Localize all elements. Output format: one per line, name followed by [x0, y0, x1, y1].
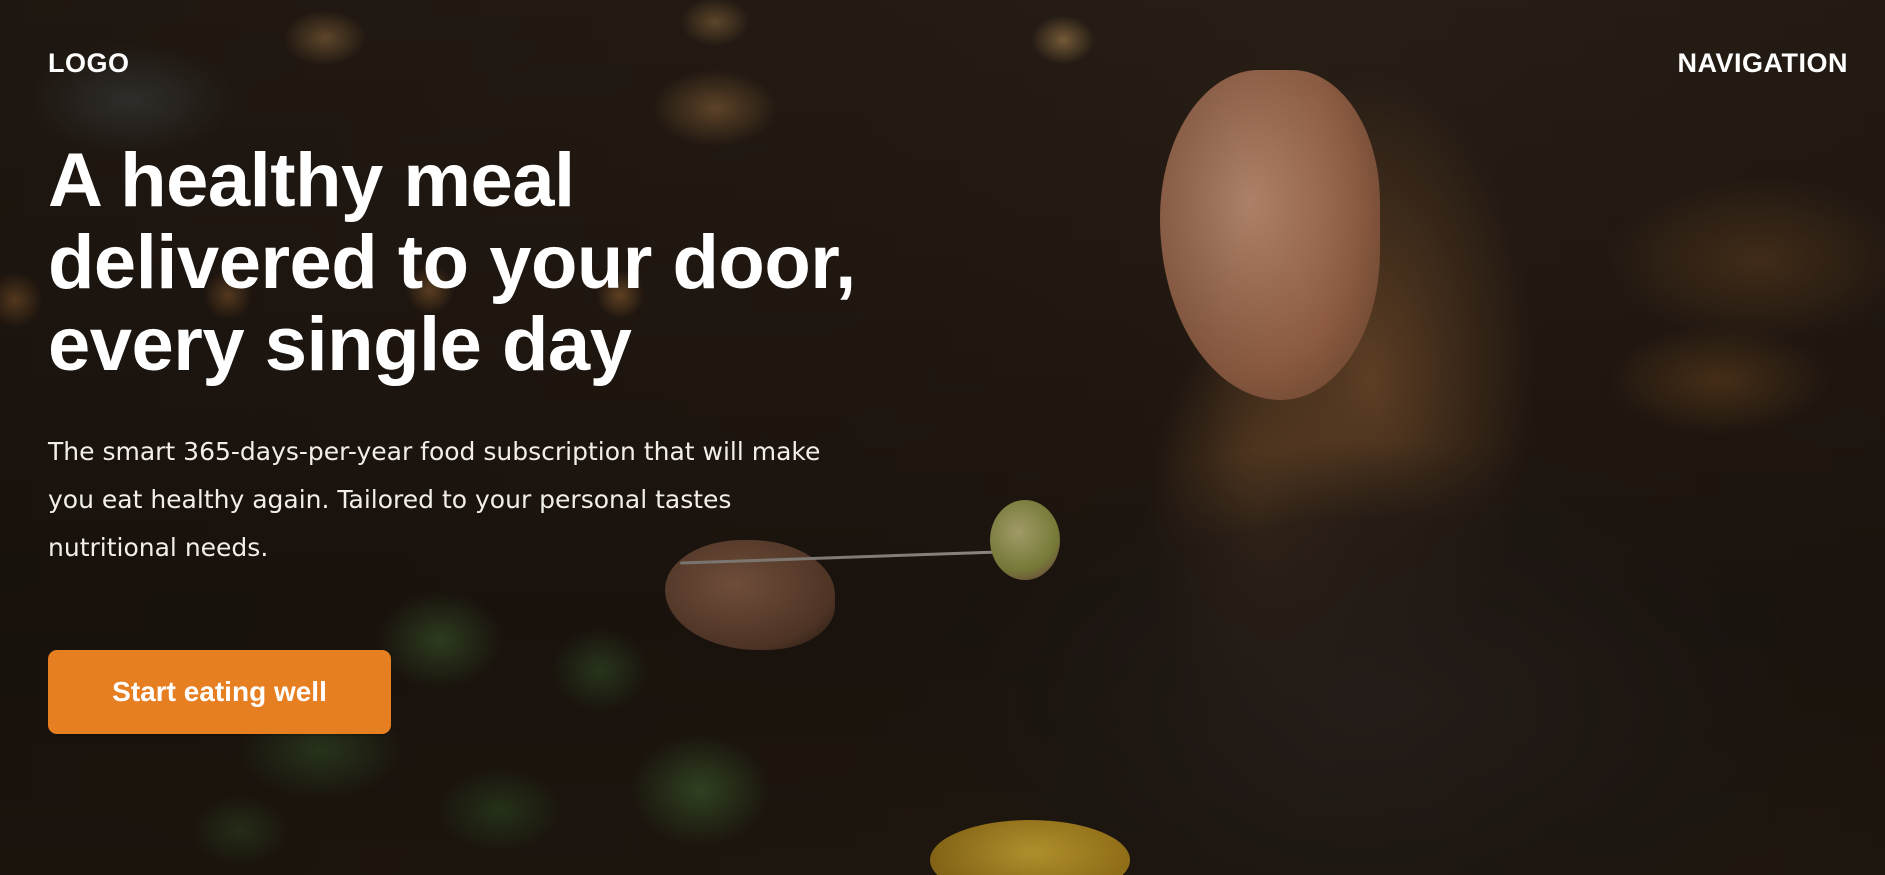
headline-line: A healthy meal [48, 138, 575, 223]
description-line: you eat healthy again. Tailored to your … [48, 485, 732, 514]
navigation-link[interactable]: NAVIGATION [1678, 48, 1849, 79]
hero-headline: A healthy meal delivered to your door, e… [48, 140, 948, 386]
description-line: The smart 365-days-per-year food subscri… [48, 437, 821, 466]
description-line: nutritional needs. [48, 533, 269, 562]
hero-content: A healthy meal delivered to your door, e… [48, 140, 948, 572]
logo[interactable]: LOGO [48, 48, 130, 79]
start-eating-well-button[interactable]: Start eating well [48, 650, 391, 734]
site-header: LOGO NAVIGATION [48, 48, 1848, 78]
hero-description: The smart 365-days-per-year food subscri… [48, 428, 948, 572]
hero-section: LOGO NAVIGATION A healthy meal delivered… [0, 0, 1885, 875]
headline-line: every single day [48, 302, 632, 387]
headline-line: delivered to your door, [48, 220, 856, 305]
